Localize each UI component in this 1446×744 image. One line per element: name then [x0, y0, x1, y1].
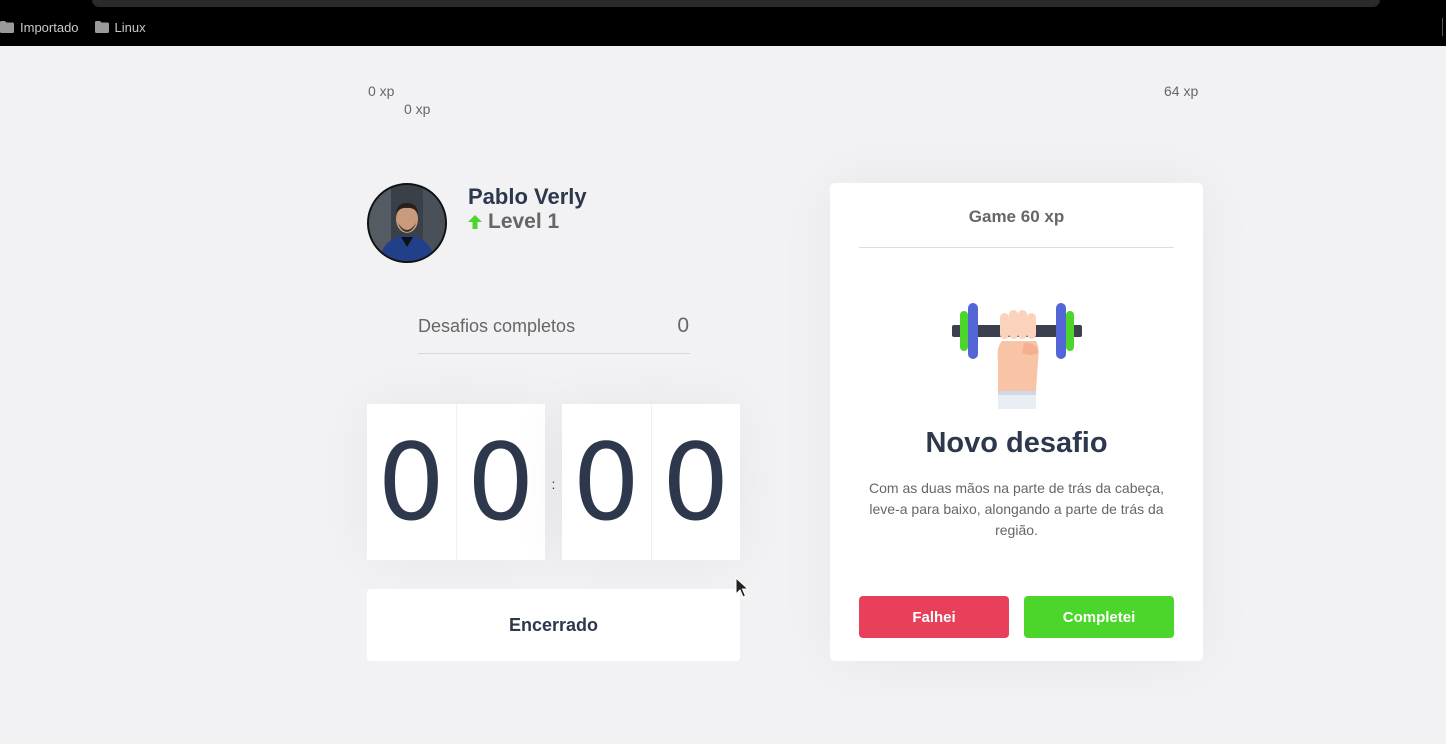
challenge-header: Game 60 xp — [859, 183, 1174, 248]
second-digit-left: 0 — [562, 404, 652, 560]
challenge-title: Novo desafio — [925, 427, 1108, 459]
completed-label: Desafios completos — [418, 316, 576, 336]
countdown-minutes: 0 0 — [367, 404, 545, 560]
completed-challenges: Desafios completos 0 — [418, 312, 690, 354]
complete-button[interactable]: Completei — [1024, 596, 1174, 638]
xp-min-label: 0 xp — [368, 83, 395, 99]
challenge-card: Game 60 xp Novo desafio Com as duas mãos… — [830, 183, 1203, 661]
bookmark-linux[interactable]: Linux — [94, 19, 146, 35]
address-bar[interactable] — [92, 0, 1380, 7]
challenge-actions: Falhei Completei — [859, 596, 1174, 638]
browser-toolbar: Importado Linux — [0, 0, 1446, 46]
level-label: Level 1 — [488, 210, 560, 233]
minute-digit-left: 0 — [367, 404, 457, 560]
completed-count: 0 — [677, 314, 689, 337]
toolbar-divider — [1442, 18, 1443, 36]
bookmarks-bar: Importado Linux — [0, 17, 146, 37]
countdown-separator: : — [551, 476, 556, 492]
avatar — [367, 183, 447, 263]
profile-name: Pablo Verly — [468, 184, 587, 209]
second-digit-right: 0 — [662, 420, 730, 544]
minute-digit-right: 0 — [467, 420, 535, 544]
folder-icon — [94, 21, 109, 33]
countdown: 0 0 : 0 0 — [367, 404, 740, 560]
dumbbell-hand-icon — [952, 303, 1082, 409]
folder-icon — [0, 21, 14, 33]
profile-level: Level 1 — [468, 210, 559, 234]
level-up-arrow-icon — [468, 215, 482, 229]
mouse-cursor-icon — [735, 577, 749, 598]
countdown-seconds: 0 0 — [562, 404, 740, 560]
bookmark-label: Linux — [114, 19, 146, 35]
xp-max-label: 64 xp — [1164, 83, 1199, 99]
bookmark-label: Importado — [20, 19, 79, 35]
cycle-ended-button[interactable]: Encerrado — [367, 589, 740, 661]
avatar-image — [369, 185, 445, 261]
xp-current-label: 0 xp — [404, 101, 431, 117]
fail-button[interactable]: Falhei — [859, 596, 1009, 638]
challenge-description: Com as duas mãos na parte de trás da cab… — [869, 480, 1164, 538]
bookmark-importado[interactable]: Importado — [0, 20, 79, 35]
